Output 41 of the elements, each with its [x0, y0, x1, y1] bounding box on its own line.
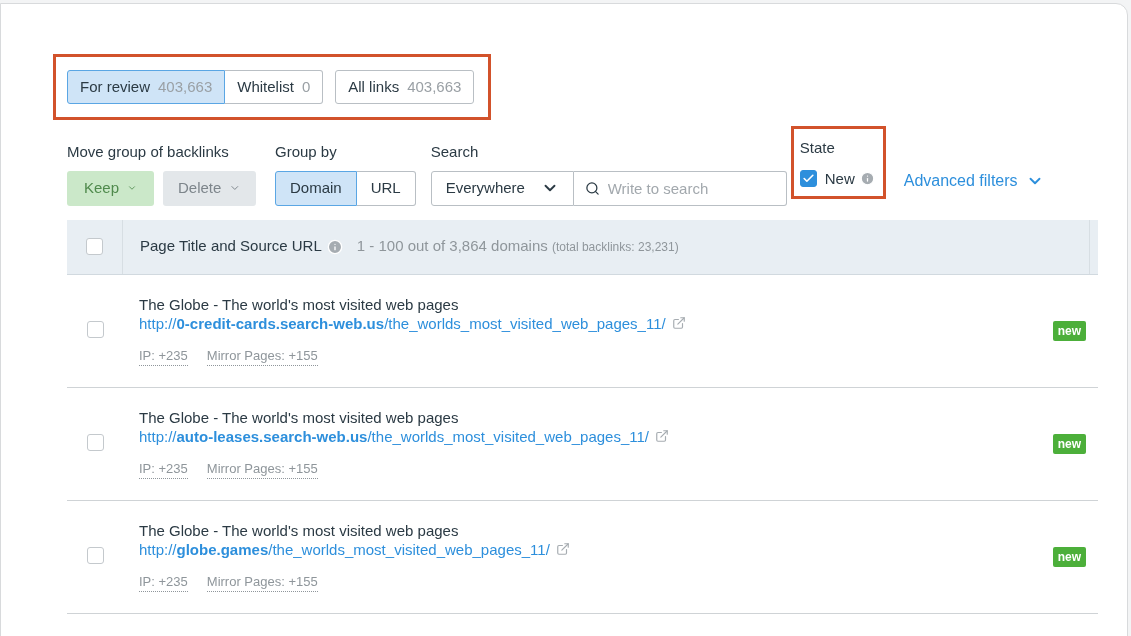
group-by-option[interactable]: URL	[356, 170, 416, 206]
info-icon	[326, 238, 343, 255]
advanced-filters-link[interactable]: Advanced filters	[903, 169, 1044, 193]
filter-tab[interactable]: All links 403,663	[335, 70, 475, 104]
source-url-link[interactable]: http://globe.games/the_worlds_most_visited_web_pages_11/	[139, 539, 550, 559]
page-title: The Globe - The world's most visited web pages	[139, 520, 460, 540]
mirror-pages-count: Mirror Pages: +155	[206, 571, 318, 593]
field-label: Move group of backlinks	[67, 142, 230, 162]
result-count: 1 - 100 out of 3,864 domains (total backlinks: 23,231)	[356, 236, 679, 257]
search-icon	[584, 180, 600, 196]
checkbox[interactable]	[86, 434, 104, 451]
search-field[interactable]: Write to search	[573, 170, 787, 206]
ip-count: IP: +235	[139, 571, 188, 593]
external-link-icon	[671, 316, 686, 331]
page-title: The Globe - The world's most visited web pages	[139, 407, 460, 427]
info-icon	[859, 171, 875, 187]
new-badge: new	[1052, 546, 1086, 567]
checkbox[interactable]	[86, 238, 103, 255]
scope-dropdown[interactable]: Everywhere	[430, 170, 574, 206]
checkbox[interactable]	[86, 547, 104, 564]
field-label: State	[799, 138, 836, 158]
field-label: Search	[430, 142, 480, 162]
filter-tab[interactable]: For review 403,663	[67, 70, 226, 104]
checkbox[interactable]	[799, 170, 817, 188]
mirror-pages-count: Mirror Pages: +155	[206, 345, 318, 367]
filter-tab[interactable]: Whitelist 0	[225, 70, 324, 104]
page-title: The Globe - The world's most visited web pages	[139, 294, 460, 314]
checkbox-label: New	[824, 168, 855, 189]
group-by-option[interactable]: Domain	[275, 170, 357, 206]
source-url-link[interactable]: http://0-credit-cards.search-web.us/the_worlds_most_visited_web_pages_11/	[139, 313, 666, 333]
new-badge: new	[1052, 320, 1086, 341]
checkbox[interactable]	[86, 321, 104, 338]
ip-count: IP: +235	[139, 345, 188, 367]
column-header: Page Title and Source URL	[140, 236, 322, 257]
new-badge: new	[1052, 433, 1086, 454]
field-label: Group by	[275, 142, 338, 162]
source-url-link[interactable]: http://auto-leases.search-web.us/the_worlds_most_visited_web_pages_11/	[139, 426, 650, 446]
ip-count: IP: +235	[139, 458, 188, 480]
mirror-pages-count: Mirror Pages: +155	[206, 458, 318, 480]
external-link-icon	[655, 429, 670, 444]
external-link-icon	[555, 542, 570, 557]
